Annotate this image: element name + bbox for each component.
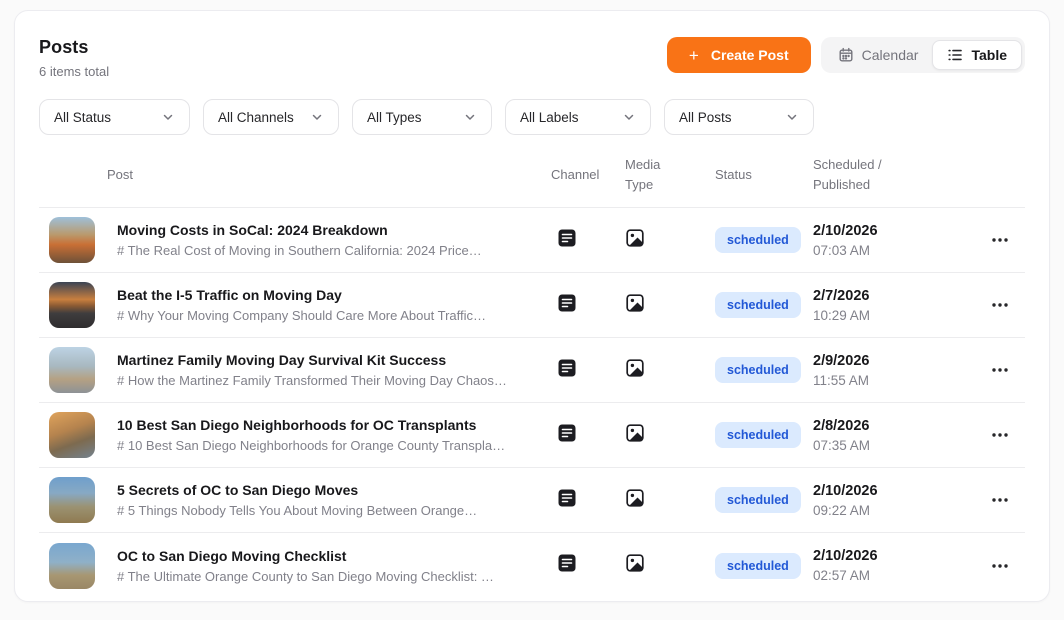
posts-filter-dropdown[interactable]: All Posts xyxy=(664,99,814,135)
page-title: Posts xyxy=(39,37,109,58)
post-excerpt: # 5 Things Nobody Tells You About Moving… xyxy=(117,503,477,518)
chevron-down-icon xyxy=(463,110,477,124)
post-excerpt: # The Real Cost of Moving in Southern Ca… xyxy=(117,243,482,258)
post-excerpt: # The Ultimate Orange County to San Dieg… xyxy=(117,569,494,584)
scheduled-date: 2/7/2026 xyxy=(813,288,985,304)
status-badge: scheduled xyxy=(715,422,801,448)
status-badge: scheduled xyxy=(715,227,801,253)
row-actions-button[interactable] xyxy=(985,426,1015,444)
filter-bar: All Status All Channels All Types All La… xyxy=(39,99,1025,135)
scheduled-time: 09:22 AM xyxy=(813,503,985,518)
article-channel-icon xyxy=(557,228,577,253)
view-toggle: Calendar Table xyxy=(821,37,1025,73)
calendar-view-label: Calendar xyxy=(862,47,919,63)
labels-filter-label: All Labels xyxy=(520,110,579,125)
table-row[interactable]: Martinez Family Moving Day Survival Kit … xyxy=(39,338,1025,403)
post-title[interactable]: OC to San Diego Moving Checklist xyxy=(117,548,494,564)
status-filter-dropdown[interactable]: All Status xyxy=(39,99,190,135)
table-row[interactable]: Moving Costs in SoCal: 2024 Breakdown # … xyxy=(39,208,1025,273)
column-header-scheduled: Scheduled / Published xyxy=(813,155,985,195)
scheduled-time: 07:35 AM xyxy=(813,438,985,453)
scheduled-time: 02:57 AM xyxy=(813,568,985,583)
posts-panel: Posts 6 items total + Create Post xyxy=(14,10,1050,602)
chevron-down-icon xyxy=(310,110,324,124)
post-thumbnail xyxy=(49,412,95,458)
header-actions: + Create Post Calenda xyxy=(667,37,1025,73)
calendar-icon xyxy=(838,47,854,63)
status-filter-label: All Status xyxy=(54,110,111,125)
article-channel-icon xyxy=(557,553,577,578)
types-filter-dropdown[interactable]: All Types xyxy=(352,99,492,135)
image-media-icon xyxy=(625,488,645,513)
post-thumbnail xyxy=(49,543,95,589)
table-row[interactable]: 10 Best San Diego Neighborhoods for OC T… xyxy=(39,403,1025,468)
scheduled-date: 2/10/2026 xyxy=(813,548,985,564)
title-block: Posts 6 items total xyxy=(39,37,109,79)
posts-table: Post Channel Media Type Status Scheduled… xyxy=(39,145,1025,598)
items-count: 6 items total xyxy=(39,64,109,79)
row-actions-button[interactable] xyxy=(985,296,1015,314)
scheduled-date: 2/9/2026 xyxy=(813,353,985,369)
status-badge: scheduled xyxy=(715,553,801,579)
column-header-channel: Channel xyxy=(551,165,625,185)
channels-filter-dropdown[interactable]: All Channels xyxy=(203,99,339,135)
post-thumbnail xyxy=(49,477,95,523)
list-icon xyxy=(947,47,963,63)
status-badge: scheduled xyxy=(715,357,801,383)
article-channel-icon xyxy=(557,488,577,513)
chevron-down-icon xyxy=(785,110,799,124)
image-media-icon xyxy=(625,228,645,253)
image-media-icon xyxy=(625,423,645,448)
column-header-media-type: Media Type xyxy=(625,155,715,195)
status-badge: scheduled xyxy=(715,292,801,318)
post-thumbnail xyxy=(49,282,95,328)
table-row[interactable]: OC to San Diego Moving Checklist # The U… xyxy=(39,533,1025,598)
post-thumbnail xyxy=(49,347,95,393)
plus-icon: + xyxy=(689,47,699,64)
article-channel-icon xyxy=(557,423,577,448)
post-excerpt: # Why Your Moving Company Should Care Mo… xyxy=(117,308,486,323)
create-post-button[interactable]: + Create Post xyxy=(667,37,811,73)
calendar-view-button[interactable]: Calendar xyxy=(824,40,933,70)
row-actions-button[interactable] xyxy=(985,491,1015,509)
post-title[interactable]: 10 Best San Diego Neighborhoods for OC T… xyxy=(117,417,505,433)
article-channel-icon xyxy=(557,293,577,318)
create-post-label: Create Post xyxy=(711,47,789,63)
image-media-icon xyxy=(625,293,645,318)
status-badge: scheduled xyxy=(715,487,801,513)
posts-filter-label: All Posts xyxy=(679,110,732,125)
labels-filter-dropdown[interactable]: All Labels xyxy=(505,99,651,135)
post-excerpt: # 10 Best San Diego Neighborhoods for Or… xyxy=(117,438,505,453)
article-channel-icon xyxy=(557,358,577,383)
post-title[interactable]: Beat the I-5 Traffic on Moving Day xyxy=(117,287,486,303)
post-thumbnail xyxy=(49,217,95,263)
table-row[interactable]: Beat the I-5 Traffic on Moving Day # Why… xyxy=(39,273,1025,338)
post-title[interactable]: 5 Secrets of OC to San Diego Moves xyxy=(117,482,477,498)
panel-header: Posts 6 items total + Create Post xyxy=(39,37,1025,79)
scheduled-time: 07:03 AM xyxy=(813,243,985,258)
post-title[interactable]: Martinez Family Moving Day Survival Kit … xyxy=(117,352,507,368)
post-excerpt: # How the Martinez Family Transformed Th… xyxy=(117,373,507,388)
column-header-status: Status xyxy=(715,165,813,185)
scheduled-time: 11:55 AM xyxy=(813,373,985,388)
chevron-down-icon xyxy=(161,110,175,124)
post-title[interactable]: Moving Costs in SoCal: 2024 Breakdown xyxy=(117,222,482,238)
row-actions-button[interactable] xyxy=(985,361,1015,379)
row-actions-button[interactable] xyxy=(985,231,1015,249)
table-view-button[interactable]: Table xyxy=(932,40,1022,70)
types-filter-label: All Types xyxy=(367,110,422,125)
row-actions-button[interactable] xyxy=(985,557,1015,575)
image-media-icon xyxy=(625,358,645,383)
scheduled-date: 2/8/2026 xyxy=(813,418,985,434)
scheduled-date: 2/10/2026 xyxy=(813,483,985,499)
image-media-icon xyxy=(625,553,645,578)
scheduled-time: 10:29 AM xyxy=(813,308,985,323)
table-view-label: Table xyxy=(971,47,1007,63)
table-header-row: Post Channel Media Type Status Scheduled… xyxy=(39,145,1025,208)
scheduled-date: 2/10/2026 xyxy=(813,223,985,239)
column-header-post: Post xyxy=(39,165,551,185)
channels-filter-label: All Channels xyxy=(218,110,294,125)
chevron-down-icon xyxy=(622,110,636,124)
table-row[interactable]: 5 Secrets of OC to San Diego Moves # 5 T… xyxy=(39,468,1025,533)
